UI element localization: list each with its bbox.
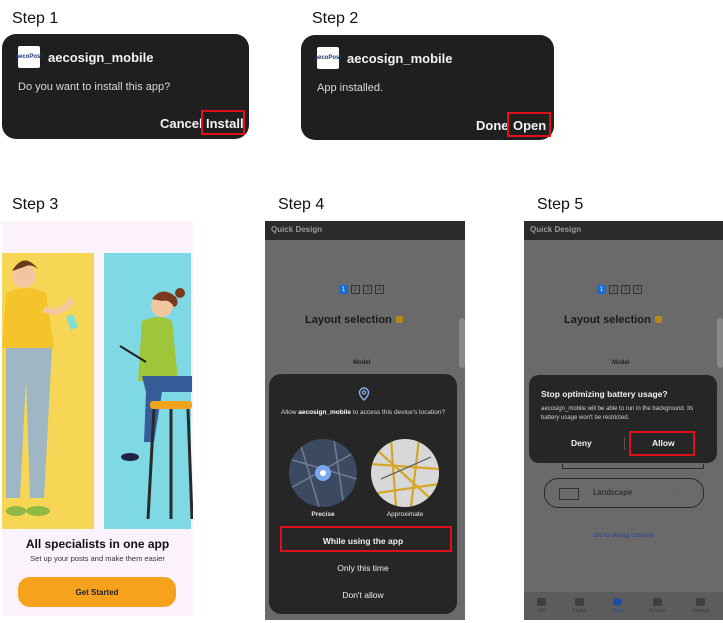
studio-icon xyxy=(574,598,584,606)
step-5-title: Step 5 xyxy=(537,196,584,213)
step-indicator: 1 2 3 4 xyxy=(597,285,642,294)
app-name: aecosign_mobile xyxy=(48,49,154,65)
nav-post[interactable]: Post xyxy=(613,598,623,614)
precise-map-icon xyxy=(289,439,357,507)
quick-design-screen-step4: Quick Design 1 2 3 4 Layout selection Mo… xyxy=(265,221,465,620)
battery-dialog-body: aecosign_mobile will be able to run in t… xyxy=(541,406,694,421)
dont-allow-button[interactable]: Don't allow xyxy=(269,590,457,600)
step-number-4[interactable]: 4 xyxy=(375,285,384,294)
step-indicator: 1 2 3 4 xyxy=(339,285,384,294)
model-label: Model xyxy=(353,360,371,366)
specialists-illustration xyxy=(2,260,193,520)
step-number-2[interactable]: 2 xyxy=(351,285,360,294)
step-3-title: Step 3 xyxy=(12,196,59,213)
step-number-3[interactable]: 3 xyxy=(621,285,630,294)
installed-message: App installed. xyxy=(317,82,384,94)
approximate-map-icon xyxy=(371,439,439,507)
step-number-3[interactable]: 3 xyxy=(363,285,372,294)
topbar-title: Quick Design xyxy=(524,221,723,240)
location-permission-dialog: Allow aecosign_mobile to access this dev… xyxy=(269,374,457,614)
cancel-button[interactable]: Cancel xyxy=(160,116,203,131)
model-label: Model xyxy=(612,360,630,366)
precise-map-option[interactable] xyxy=(289,439,357,507)
onboarding-screen: All specialists in one app Set up your p… xyxy=(2,221,193,616)
bottom-navigation: Info Studio Post Notices Settings xyxy=(524,592,723,620)
step-1-title: Step 1 xyxy=(12,10,59,27)
step-2-title: Step 2 xyxy=(312,10,359,27)
gear-icon xyxy=(696,598,706,606)
button-divider xyxy=(624,437,625,450)
location-question: Allow aecosign_mobile to access this dev… xyxy=(280,409,446,416)
topbar-title: Quick Design xyxy=(265,221,465,240)
battery-dialog-title: Stop optimizing battery usage? xyxy=(541,389,668,399)
installed-dialog: aecoPost aecosign_mobile App installed. … xyxy=(301,35,554,140)
onboarding-subtitle: Set up your posts and make them easier xyxy=(30,554,165,563)
install-dialog: aecoPost aecosign_mobile Do you want to … xyxy=(2,34,249,139)
approximate-label: Approximate xyxy=(386,511,424,518)
app-name: aecosign_mobile xyxy=(347,50,453,66)
step-number-1[interactable]: 1 xyxy=(339,285,348,294)
badge-icon xyxy=(654,316,662,323)
nav-studio[interactable]: Studio xyxy=(572,598,586,614)
step-number-2[interactable]: 2 xyxy=(609,285,618,294)
landscape-label: Landscape xyxy=(593,488,633,497)
get-started-button[interactable]: Get Started xyxy=(18,577,176,607)
battery-optimization-dialog: Stop optimizing battery usage? aecosign_… xyxy=(529,375,717,463)
scrollbar[interactable] xyxy=(717,318,723,368)
orientation-option-landscape[interactable]: Landscape 3260*1450 xyxy=(544,478,704,508)
app-logo: aecoPost xyxy=(315,47,341,69)
only-this-time-button[interactable]: Only this time xyxy=(269,563,457,573)
app-logo: aecoPost xyxy=(16,46,42,68)
approximate-map-option[interactable] xyxy=(371,439,439,507)
scrollbar[interactable] xyxy=(459,318,465,368)
open-highlight xyxy=(507,112,551,137)
done-button[interactable]: Done xyxy=(476,118,509,133)
location-pin-icon xyxy=(358,387,370,401)
nav-settings[interactable]: Settings xyxy=(692,598,710,614)
install-highlight xyxy=(201,110,245,135)
allow-highlight xyxy=(629,431,695,456)
onboarding-title: All specialists in one app xyxy=(25,537,170,551)
post-icon xyxy=(613,598,623,606)
step-number-4[interactable]: 4 xyxy=(633,285,642,294)
step-4-title: Step 4 xyxy=(278,196,325,213)
nav-notices[interactable]: Notices xyxy=(649,598,666,614)
bell-icon xyxy=(652,598,662,606)
debug-console-link[interactable]: Go to debug console xyxy=(524,532,723,539)
while-using-highlight xyxy=(280,526,452,552)
precise-label: Precise xyxy=(311,511,335,518)
landscape-icon xyxy=(559,488,579,500)
deny-button[interactable]: Deny xyxy=(571,438,592,448)
quick-design-screen-step5: Quick Design 1 2 3 4 Layout selection Mo… xyxy=(524,221,723,620)
install-message: Do you want to install this app? xyxy=(18,81,171,93)
nav-info[interactable]: Info xyxy=(537,598,547,614)
layout-title: Layout selection xyxy=(564,314,662,326)
landscape-dimensions: 3260*1450 xyxy=(668,490,693,496)
step-number-1[interactable]: 1 xyxy=(597,285,606,294)
orientation-option-portrait[interactable] xyxy=(562,464,704,469)
badge-icon xyxy=(395,316,403,323)
info-icon xyxy=(537,598,547,606)
layout-title: Layout selection xyxy=(305,314,403,326)
